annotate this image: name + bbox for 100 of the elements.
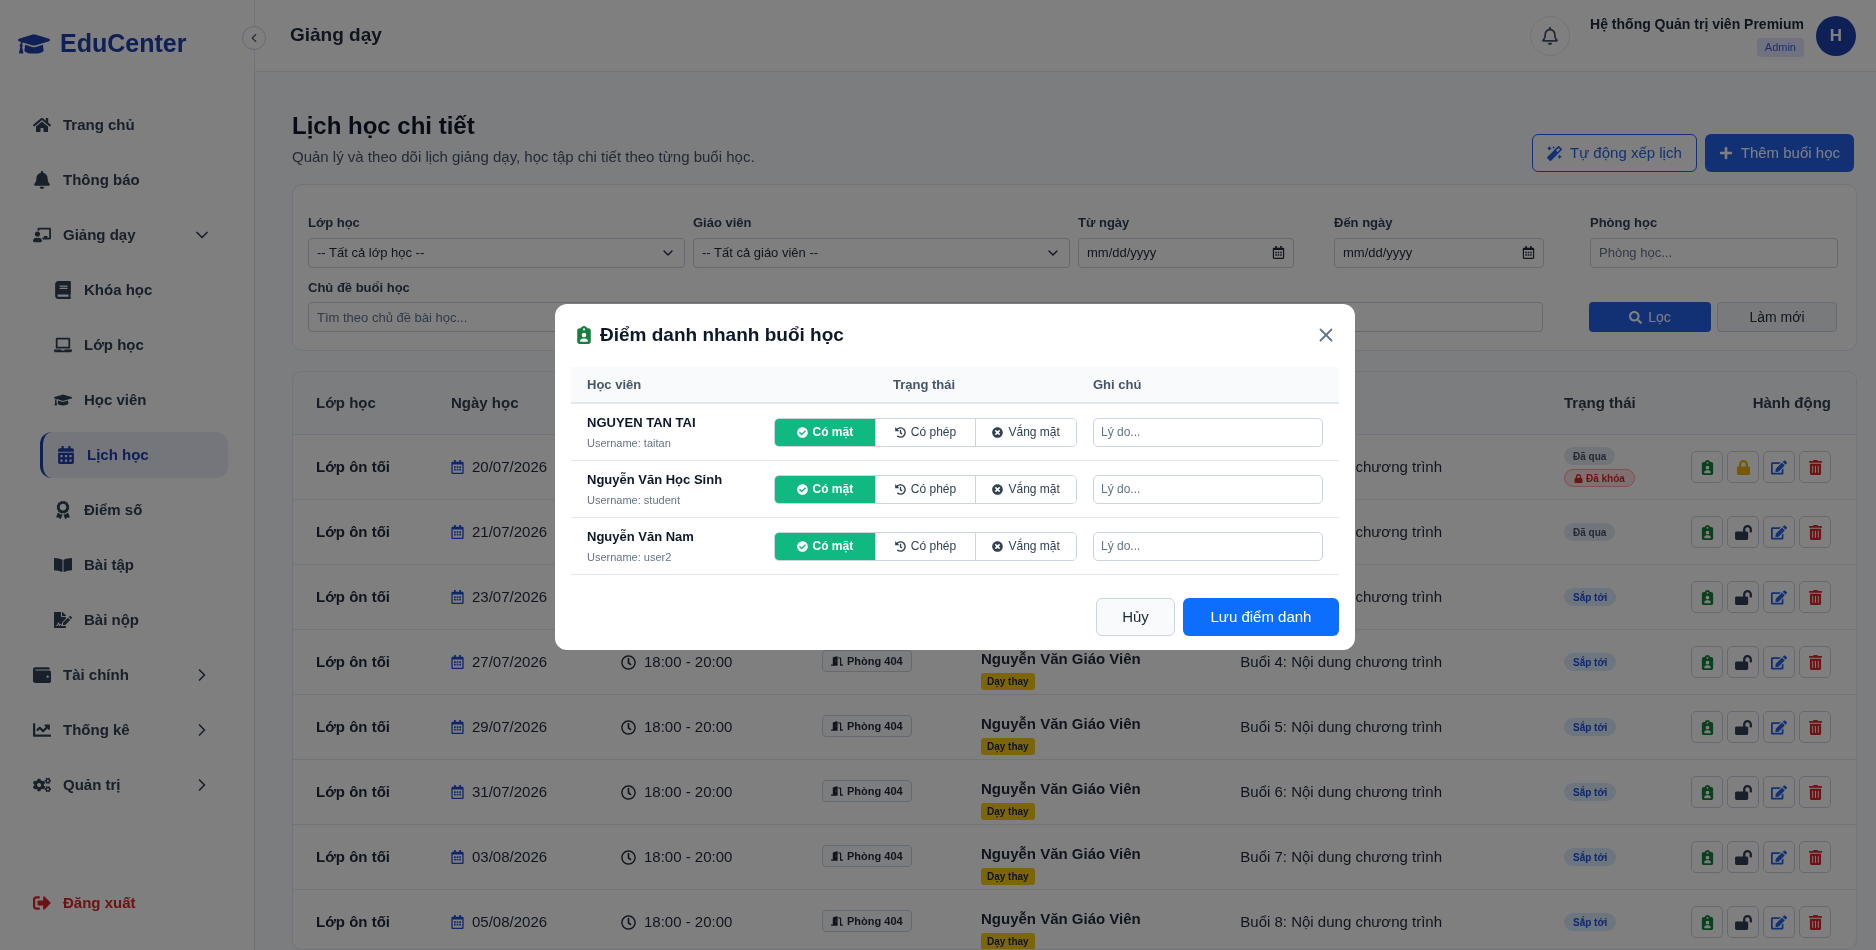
collapse-button[interactable] (242, 26, 266, 50)
attendance-button[interactable] (1691, 776, 1723, 808)
status-option[interactable]: Có mặt (775, 475, 875, 503)
sidebar-item[interactable]: Quản trị (20, 762, 228, 808)
auto-schedule-button[interactable]: Tự động xếp lịch (1532, 134, 1697, 172)
status-option[interactable]: Có mặt (775, 418, 875, 446)
select-field[interactable]: -- Tất cả lớp học -- (308, 237, 685, 268)
lock-button[interactable] (1727, 581, 1759, 613)
history-icon (894, 483, 906, 495)
date-cell-text: 31/07/2026 (472, 781, 548, 802)
attendance-button[interactable] (1691, 581, 1723, 613)
student-name: Nguyễn Văn Học Sinh (587, 471, 724, 489)
date-cell-text: 03/08/2026 (472, 846, 548, 867)
sidebar-item[interactable]: Lớp học (40, 322, 228, 368)
edit-button[interactable] (1763, 581, 1795, 613)
save-attendance-button[interactable]: Lưu điểm danh (1183, 598, 1339, 636)
edit-button[interactable] (1763, 906, 1795, 938)
unlock-icon (1734, 914, 1752, 930)
attendance-button[interactable] (1691, 646, 1723, 678)
room-badge: Phòng 404 (822, 715, 912, 738)
attendance-button[interactable] (1691, 906, 1723, 938)
note-field[interactable]: Lý do... (1093, 417, 1323, 447)
time-cell-text: 18:00 - 20:00 (644, 846, 733, 867)
sidebar-item[interactable]: Bài tập (40, 542, 228, 588)
avatar[interactable]: H (1816, 15, 1856, 56)
sidebar-item[interactable]: Điểm số (40, 487, 228, 533)
note-field[interactable]: Lý do... (1093, 531, 1323, 561)
status-option[interactable]: Vắng mặt (975, 532, 1076, 560)
calendar-icon (451, 655, 464, 669)
student-username: Username: user2 (587, 549, 673, 565)
door-icon (831, 785, 843, 798)
sidebar-item[interactable]: Học viên (40, 377, 228, 423)
cancel-button[interactable]: Hủy (1096, 598, 1175, 636)
sidebar-item[interactable]: Khóa học (40, 267, 228, 313)
edit-button[interactable] (1763, 451, 1795, 483)
edit-icon (1771, 524, 1787, 540)
unlock-icon (1734, 719, 1752, 735)
note-field[interactable]: Lý do... (1093, 474, 1323, 504)
line-chart-icon (33, 721, 51, 739)
delete-button[interactable] (1799, 711, 1831, 743)
attendance-button[interactable] (1691, 451, 1723, 483)
lock-button[interactable] (1727, 841, 1759, 873)
sidebar-item[interactable]: Giảng dạy (20, 212, 228, 258)
attendance-button[interactable] (1691, 516, 1723, 548)
delete-button[interactable] (1799, 776, 1831, 808)
calendar-icon[interactable] (1522, 245, 1535, 259)
door-icon (831, 655, 843, 668)
trash-icon (1808, 914, 1822, 930)
sidebar-item[interactable]: Thông báo (20, 157, 228, 203)
sign-out-icon (33, 894, 51, 913)
lock-button[interactable] (1727, 516, 1759, 548)
edit-button[interactable] (1763, 646, 1795, 678)
sidebar-item[interactable]: Thống kê (20, 707, 228, 753)
delete-button[interactable] (1799, 841, 1831, 873)
lock-button[interactable] (1727, 646, 1759, 678)
sidebar-item[interactable]: Tài chính (20, 652, 228, 698)
edit-button[interactable] (1763, 841, 1795, 873)
room-field[interactable]: Phòng học... (1590, 237, 1838, 268)
sidebar-item[interactable]: Trang chủ (20, 102, 228, 148)
room-badge: Phòng 404 (822, 845, 912, 868)
calendar-icon[interactable] (1272, 245, 1285, 259)
lock-button[interactable] (1727, 906, 1759, 938)
topic-cell-text: chương trình (1355, 586, 1443, 607)
select-field[interactable]: -- Tất cả giáo viên -- (693, 237, 1070, 268)
filter-button[interactable]: Lọc (1589, 302, 1711, 332)
edit-button[interactable] (1763, 776, 1795, 808)
edit-button[interactable] (1763, 711, 1795, 743)
status-option[interactable]: Vắng mặt (975, 418, 1076, 446)
date-field[interactable]: mm/dd/yyyy (1334, 237, 1544, 268)
attendance-button[interactable] (1691, 711, 1723, 743)
edit-button[interactable] (1763, 516, 1795, 548)
room-badge: Phòng 404 (822, 780, 912, 803)
door-icon (831, 915, 843, 928)
date-cell-text: 05/08/2026 (472, 911, 548, 932)
delete-button[interactable] (1799, 581, 1831, 613)
column-header: Hành động (1752, 392, 1832, 413)
column-header: Ghi chú (1093, 375, 1142, 394)
status-option[interactable]: Có mặt (775, 532, 875, 560)
logout-link[interactable]: Đăng xuất (33, 892, 136, 915)
status-badge: Đã qua (1564, 523, 1616, 541)
attendance-button[interactable] (1691, 841, 1723, 873)
history-icon (894, 426, 906, 438)
reset-button[interactable]: Làm mới (1717, 302, 1837, 332)
lock-button[interactable] (1727, 711, 1759, 743)
sidebar-item[interactable]: Lịch học (40, 432, 228, 478)
date-field[interactable]: mm/dd/yyyy (1078, 237, 1294, 268)
calendar-icon (451, 915, 464, 929)
delete-button[interactable] (1799, 906, 1831, 938)
delete-button[interactable] (1799, 646, 1831, 678)
add-session-button[interactable]: Thêm buổi học (1704, 134, 1854, 172)
gears-icon (33, 776, 51, 794)
delete-button[interactable] (1799, 451, 1831, 483)
delete-button[interactable] (1799, 516, 1831, 548)
sidebar-item[interactable]: Bài nộp (40, 597, 228, 643)
status-badge: Sắp tới (1564, 783, 1617, 801)
date-cell-text: 23/07/2026 (472, 586, 548, 607)
status-option[interactable]: Vắng mặt (975, 475, 1076, 503)
lock-button[interactable] (1727, 776, 1759, 808)
filter-label: Lớp học (308, 214, 361, 232)
unlock-icon (1734, 784, 1752, 800)
